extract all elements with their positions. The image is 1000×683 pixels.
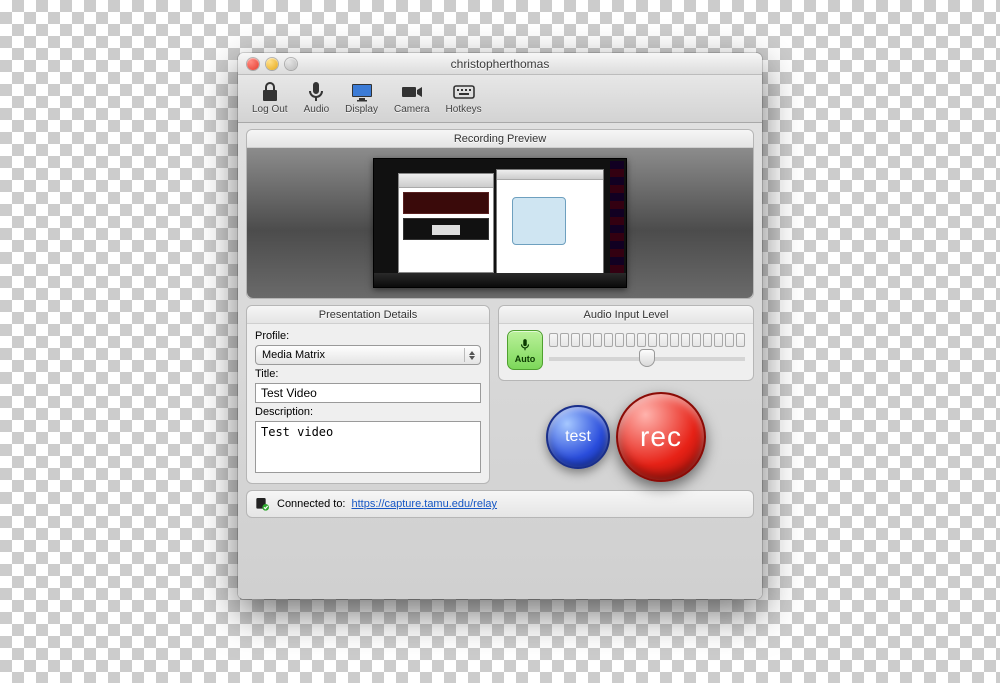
camera-label: Camera — [394, 104, 430, 115]
audio-input-panel: Audio Input Level Auto — [498, 305, 754, 381]
toolbar: Log Out Audio Display Camera Hotkeys — [238, 75, 762, 123]
status-bar: Connected to: https://capture.tamu.edu/r… — [246, 490, 754, 518]
content-area: Recording Preview Presentation Details P… — [238, 123, 762, 599]
title-input[interactable] — [255, 383, 481, 403]
titlebar: christopherthomas — [238, 53, 762, 75]
profile-label: Profile: — [255, 330, 481, 342]
auto-label: Auto — [515, 354, 536, 364]
window-title: christopherthomas — [238, 57, 762, 71]
lock-icon — [258, 82, 282, 102]
rec-label: rec — [640, 421, 682, 453]
display-icon — [350, 82, 374, 102]
microphone-icon — [518, 337, 532, 353]
recording-preview-panel: Recording Preview — [246, 129, 754, 299]
description-input[interactable] — [255, 421, 481, 473]
logout-label: Log Out — [252, 104, 288, 115]
audio-title: Audio Input Level — [499, 306, 753, 324]
title-label: Title: — [255, 368, 481, 380]
preview-body — [247, 148, 753, 298]
auto-level-button[interactable]: Auto — [507, 330, 543, 370]
details-title: Presentation Details — [247, 306, 489, 324]
right-column: Audio Input Level Auto — [498, 305, 754, 484]
audio-label: Audio — [304, 104, 330, 115]
slider-thumb-icon[interactable] — [639, 349, 655, 367]
display-button[interactable]: Display — [341, 80, 382, 117]
server-connected-icon — [255, 496, 271, 512]
chevron-updown-icon — [464, 348, 478, 362]
description-label: Description: — [255, 406, 481, 418]
display-label: Display — [345, 104, 378, 115]
mid-row: Presentation Details Profile: Media Matr… — [246, 305, 754, 484]
status-label: Connected to: — [277, 498, 346, 510]
hotkeys-label: Hotkeys — [446, 104, 482, 115]
record-controls: test rec — [498, 389, 754, 484]
hotkeys-button[interactable]: Hotkeys — [442, 80, 486, 117]
audio-button[interactable]: Audio — [300, 80, 334, 117]
camera-button[interactable]: Camera — [390, 80, 434, 117]
camera-icon — [400, 82, 424, 102]
keyboard-icon — [452, 82, 476, 102]
profile-select[interactable]: Media Matrix — [255, 345, 481, 365]
audio-level-slider[interactable] — [549, 351, 745, 367]
test-label: test — [565, 428, 591, 446]
record-button[interactable]: rec — [616, 392, 706, 482]
status-url-link[interactable]: https://capture.tamu.edu/relay — [352, 498, 498, 510]
microphone-icon — [304, 82, 328, 102]
audio-meter — [549, 333, 745, 347]
test-button[interactable]: test — [546, 405, 610, 469]
preview-title: Recording Preview — [247, 130, 753, 148]
preview-thumbnail — [373, 158, 627, 288]
logout-button[interactable]: Log Out — [248, 80, 292, 117]
app-window: christopherthomas Log Out Audio Display … — [238, 53, 762, 599]
profile-value: Media Matrix — [262, 349, 325, 361]
presentation-details-panel: Presentation Details Profile: Media Matr… — [246, 305, 490, 484]
